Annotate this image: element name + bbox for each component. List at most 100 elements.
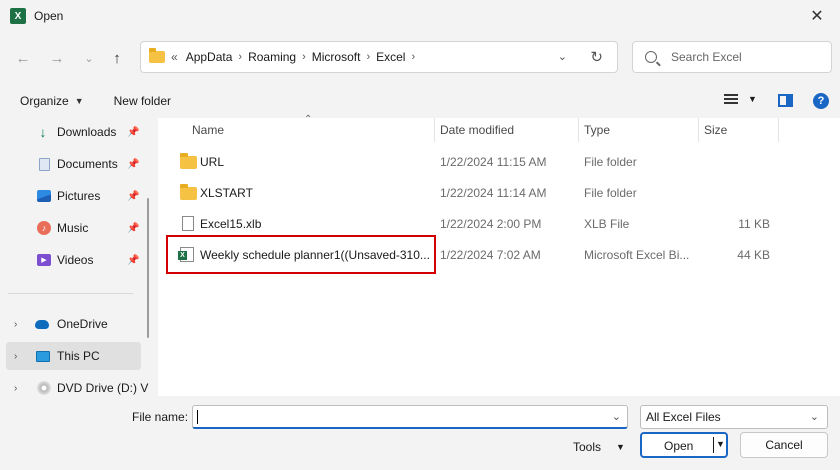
search-input[interactable] xyxy=(671,50,821,64)
breadcrumb-chevron-icon[interactable]: › xyxy=(302,51,306,63)
caret-down-icon[interactable]: ▼ xyxy=(716,439,725,449)
file-row[interactable]: XLSTART 1/22/2024 11:14 AM File folder xyxy=(158,177,840,208)
column-header-date-modified[interactable]: Date modified xyxy=(440,118,514,142)
refresh-icon[interactable]: ↻ xyxy=(590,48,603,66)
search-icon xyxy=(645,51,657,63)
file-date: 1/22/2024 7:02 AM xyxy=(440,247,541,262)
sidebar-item-label: Music xyxy=(57,221,89,235)
highlight-box xyxy=(166,235,436,274)
file-size: 11 KB xyxy=(738,216,770,231)
caret-down-icon[interactable]: ▼ xyxy=(616,442,625,452)
chevron-right-icon[interactable]: › xyxy=(14,351,17,362)
breadcrumb-chevron-icon[interactable]: › xyxy=(238,51,242,63)
open-button-label: Open xyxy=(664,439,694,453)
text-caret xyxy=(197,410,198,424)
tools-button[interactable]: Tools xyxy=(573,440,601,454)
address-dropdown-icon[interactable]: ⌄ xyxy=(558,50,567,63)
dvd-drive-icon xyxy=(37,381,51,395)
command-bar: Organize ▼ New folder ▼ ? xyxy=(0,84,840,118)
breadcrumb-roaming[interactable]: Roaming xyxy=(248,50,296,64)
view-options-icon[interactable] xyxy=(724,94,738,104)
sidebar-item-label: DVD Drive (D:) V xyxy=(57,381,149,395)
breadcrumb-excel[interactable]: Excel xyxy=(376,50,405,64)
dialog-footer: File name: ⌄ All Excel Files ⌄ Tools ▼ O… xyxy=(0,396,840,470)
pin-icon[interactable]: 📌 xyxy=(127,223,139,234)
search-box[interactable] xyxy=(632,41,832,73)
open-button[interactable]: Open ▼ xyxy=(640,432,728,458)
up-button[interactable]: ↑ xyxy=(104,46,130,70)
new-folder-button[interactable]: New folder xyxy=(114,94,171,108)
sort-ascending-icon: ⌃ xyxy=(304,114,313,125)
title-bar: X Open ✕ xyxy=(0,0,840,32)
file-name-input[interactable]: ⌄ xyxy=(192,405,628,429)
caret-down-icon[interactable]: ▼ xyxy=(75,96,84,106)
file-row[interactable]: URL 1/22/2024 11:15 AM File folder xyxy=(158,146,840,177)
music-icon: ♪ xyxy=(37,221,51,235)
sidebar-item-dvd-drive[interactable]: › DVD Drive (D:) V xyxy=(0,374,149,396)
pin-icon[interactable]: 📌 xyxy=(127,159,139,170)
sidebar-item-onedrive[interactable]: › OneDrive xyxy=(0,310,145,338)
sidebar-item-label: Documents xyxy=(57,157,118,171)
file-icon xyxy=(182,216,194,231)
chevron-right-icon[interactable]: › xyxy=(14,319,17,330)
this-pc-icon xyxy=(36,349,50,363)
sidebar-item-music[interactable]: ♪ Music 📌 xyxy=(0,214,145,242)
chevron-down-icon[interactable]: ⌄ xyxy=(612,410,621,423)
organize-button[interactable]: Organize xyxy=(20,94,69,108)
sidebar-item-documents[interactable]: Documents 📌 xyxy=(0,150,145,178)
breadcrumb-chevron-icon[interactable]: › xyxy=(366,51,370,63)
split-divider xyxy=(713,437,714,453)
pin-icon[interactable]: 📌 xyxy=(127,191,139,202)
file-size xyxy=(704,146,770,177)
file-type-select[interactable]: All Excel Files ⌄ xyxy=(640,405,828,429)
cancel-button[interactable]: Cancel xyxy=(740,432,828,458)
breadcrumb-microsoft[interactable]: Microsoft xyxy=(312,50,361,64)
recent-locations-button[interactable]: ⌄ xyxy=(76,46,102,70)
file-type: XLB File xyxy=(584,216,630,231)
column-separator[interactable] xyxy=(778,118,779,142)
chevron-down-icon: ⌄ xyxy=(84,52,94,65)
sidebar-item-videos[interactable]: ▶ Videos 📌 xyxy=(0,246,145,274)
help-icon[interactable]: ? xyxy=(813,93,829,109)
column-header-type[interactable]: Type xyxy=(584,118,610,142)
back-button[interactable]: ← xyxy=(10,46,36,70)
sidebar-scrollbar[interactable] xyxy=(147,198,149,338)
column-header-size[interactable]: Size xyxy=(704,118,727,142)
file-name: URL xyxy=(200,154,225,169)
navigation-pane: ↓ Downloads 📌 Documents 📌 Pictures 📌 ♪ M… xyxy=(0,118,155,396)
address-bar[interactable]: « AppData › Roaming › Microsoft › Excel … xyxy=(140,41,618,73)
column-separator[interactable] xyxy=(578,118,579,142)
breadcrumb-chevron-icon[interactable]: › xyxy=(411,51,415,63)
breadcrumb-overflow[interactable]: « xyxy=(171,50,178,64)
onedrive-icon xyxy=(35,317,49,331)
preview-pane-icon[interactable] xyxy=(778,94,793,107)
window-title: Open xyxy=(34,9,64,23)
forward-button[interactable]: → xyxy=(44,46,70,70)
column-separator[interactable] xyxy=(698,118,699,142)
sidebar-divider xyxy=(8,293,133,294)
close-button[interactable]: ✕ xyxy=(794,0,840,32)
pin-icon[interactable]: 📌 xyxy=(127,127,139,138)
file-size: 44 KB xyxy=(737,247,770,262)
pin-icon[interactable]: 📌 xyxy=(127,255,139,266)
sidebar-item-downloads[interactable]: ↓ Downloads 📌 xyxy=(0,118,145,146)
file-type: File folder xyxy=(584,154,637,169)
file-type: File folder xyxy=(584,185,637,200)
chevron-right-icon[interactable]: › xyxy=(14,383,17,394)
download-icon: ↓ xyxy=(39,124,47,140)
breadcrumb-appdata[interactable]: AppData xyxy=(186,50,233,64)
column-separator[interactable] xyxy=(434,118,435,142)
file-date: 1/22/2024 2:00 PM xyxy=(440,216,542,231)
sidebar-item-pictures[interactable]: Pictures 📌 xyxy=(0,182,145,210)
caret-down-icon[interactable]: ▼ xyxy=(748,94,757,104)
sidebar-item-this-pc[interactable]: › This PC xyxy=(6,342,141,370)
file-name: XLSTART xyxy=(200,185,253,200)
file-date: 1/22/2024 11:14 AM xyxy=(440,185,547,200)
column-header-name[interactable]: Name xyxy=(192,118,224,142)
navigation-bar: ← → ⌄ ↑ « AppData › Roaming › Microsoft … xyxy=(0,36,840,80)
folder-icon xyxy=(180,184,197,200)
file-date: 1/22/2024 11:15 AM xyxy=(440,154,547,169)
videos-icon: ▶ xyxy=(37,253,51,267)
chevron-down-icon: ⌄ xyxy=(809,411,819,423)
folder-icon xyxy=(149,48,165,63)
